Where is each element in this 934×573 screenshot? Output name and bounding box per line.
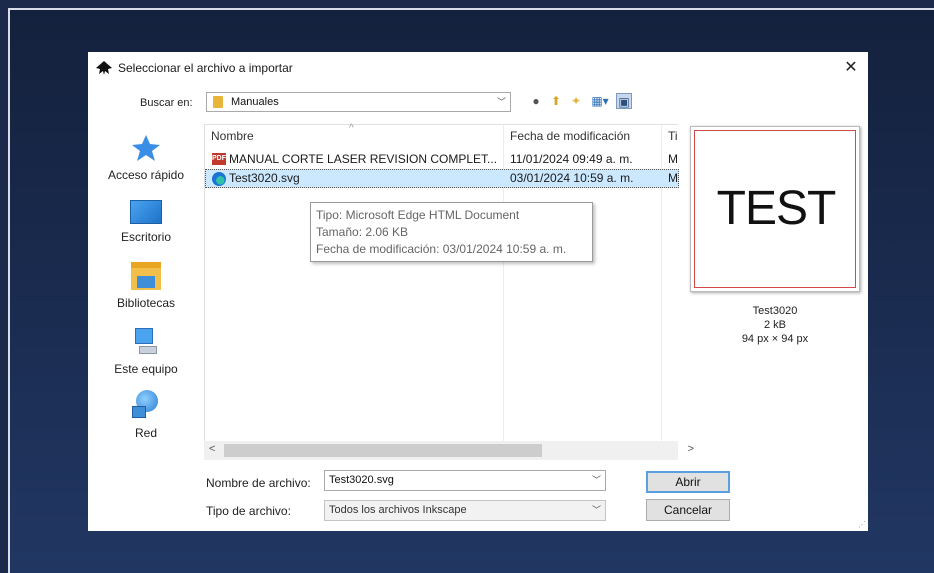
- file-row-selected[interactable]: Test3020.svg 03/01/2024 10:59 a. m. M: [205, 169, 679, 188]
- chevron-down-icon[interactable]: ﹀: [592, 503, 601, 516]
- filename-label: Nombre de archivo:: [206, 476, 311, 490]
- chevron-down-icon[interactable]: ﹀: [592, 473, 601, 486]
- preview-image: TEST: [694, 130, 856, 288]
- close-button[interactable]: ✕: [840, 58, 862, 78]
- back-icon[interactable]: ●: [528, 93, 544, 109]
- place-label: Bibliotecas: [116, 296, 176, 310]
- lookin-dropdown[interactable]: Manuales ﹀: [206, 92, 511, 112]
- place-quick-access[interactable]: Acceso rápido: [96, 134, 196, 182]
- preview-dimensions: 94 px × 94 px: [741, 333, 809, 345]
- library-icon: [131, 262, 161, 290]
- filetype-label: Tipo de archivo:: [206, 504, 291, 518]
- tooltip-modified: Fecha de modificación: 03/01/2024 10:59 …: [316, 242, 567, 256]
- preview-file-name: Test3020: [752, 305, 798, 317]
- place-label: Escritorio: [120, 230, 171, 244]
- file-date: 03/01/2024 10:59 a. m.: [510, 171, 634, 185]
- file-tooltip: Tipo: Microsoft Edge HTML Document Tamañ…: [310, 202, 593, 262]
- tooltip-type: Tipo: Microsoft Edge HTML Document: [316, 208, 520, 222]
- filename-input[interactable]: Test3020.svg ﹀: [324, 470, 606, 491]
- lookin-value: Manuales: [231, 96, 279, 108]
- preview-file-size: 2 kB: [763, 319, 786, 331]
- place-this-pc[interactable]: Este equipo: [96, 326, 196, 376]
- place-label: Este equipo: [114, 362, 178, 376]
- tooltip-size: Tamaño: 2.06 KB: [316, 225, 409, 239]
- scroll-thumb[interactable]: [224, 444, 542, 457]
- column-header-date[interactable]: Fecha de modificación: [510, 129, 630, 149]
- file-list[interactable]: Nombre ^ Fecha de modificación Ti PDF MA…: [204, 123, 679, 460]
- place-label: Red: [134, 426, 157, 440]
- edge-icon: [212, 172, 226, 186]
- resize-grip-icon[interactable]: ⋰: [858, 520, 866, 529]
- horizontal-scrollbar[interactable]: < >: [204, 441, 694, 460]
- file-name: Test3020.svg: [229, 171, 300, 185]
- preview-pane: TEST: [690, 126, 860, 292]
- up-folder-icon[interactable]: ⬆: [548, 93, 564, 109]
- scroll-right-icon[interactable]: >: [688, 443, 694, 455]
- preview-info: Test3020 2 kB 94 px × 94 px: [690, 304, 860, 346]
- file-date: 11/01/2024 09:49 a. m.: [510, 152, 633, 166]
- network-icon: [132, 390, 160, 420]
- cancel-button[interactable]: Cancelar: [646, 499, 730, 521]
- view-menu-icon[interactable]: ▦▾: [588, 93, 612, 109]
- folder-icon: [213, 96, 223, 108]
- filetype-value: Todos los archivos Inkscape: [329, 504, 467, 516]
- filename-value: Test3020.svg: [329, 474, 394, 486]
- inkscape-icon: [96, 61, 112, 75]
- sort-indicator-icon: ^: [349, 123, 354, 134]
- dialog-title: Seleccionar el archivo a importar: [118, 61, 293, 75]
- chevron-down-icon: ﹀: [496, 97, 506, 107]
- scroll-left-icon[interactable]: <: [209, 443, 215, 455]
- filetype-select[interactable]: Todos los archivos Inkscape ﹀: [324, 500, 606, 521]
- column-header-type[interactable]: Ti: [668, 129, 678, 149]
- toolbar: ● ⬆ ✦ ▦▾ ▣: [528, 93, 632, 113]
- new-folder-icon[interactable]: ✦: [568, 93, 584, 109]
- pdf-icon: PDF: [212, 153, 226, 165]
- import-file-dialog: Seleccionar el archivo a importar ✕ Busc…: [88, 52, 868, 531]
- file-name: MANUAL CORTE LASER REVISION COMPLET...: [229, 152, 498, 166]
- place-libraries[interactable]: Bibliotecas: [96, 262, 196, 310]
- file-type: M: [668, 152, 678, 166]
- file-row[interactable]: PDF MANUAL CORTE LASER REVISION COMPLET.…: [205, 150, 679, 169]
- place-label: Acceso rápido: [107, 168, 185, 182]
- desktop-icon: [130, 200, 162, 224]
- lookin-label: Buscar en:: [140, 97, 193, 109]
- titlebar: Seleccionar el archivo a importar ✕: [88, 52, 868, 84]
- column-header-name[interactable]: Nombre: [211, 129, 254, 149]
- preview-toggle-icon[interactable]: ▣: [616, 93, 632, 109]
- open-button[interactable]: Abrir: [646, 471, 730, 493]
- star-icon: [132, 135, 160, 161]
- place-desktop[interactable]: Escritorio: [96, 200, 196, 244]
- preview-image-text: TEST: [716, 182, 837, 235]
- place-network[interactable]: Red: [96, 390, 196, 440]
- computer-icon: [133, 326, 159, 356]
- file-type: M: [668, 171, 678, 185]
